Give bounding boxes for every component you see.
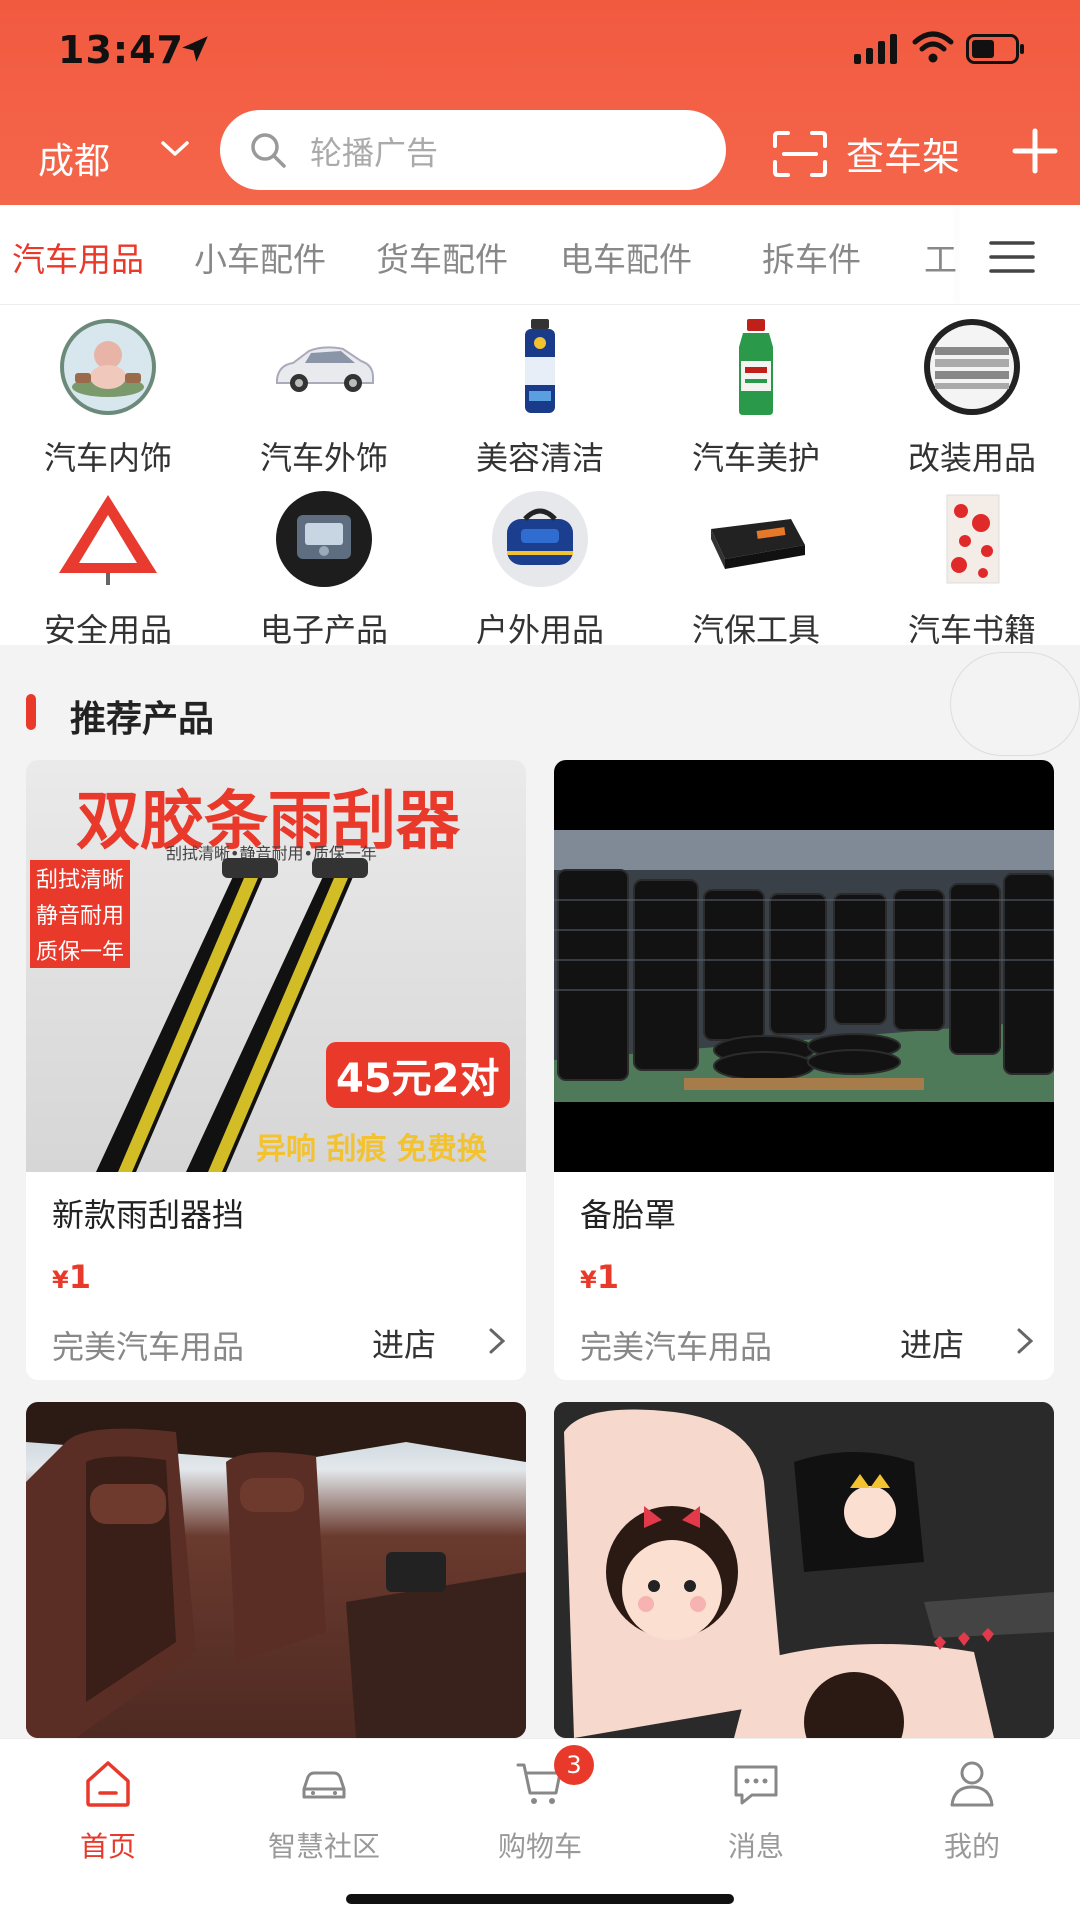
spray-can-icon [525, 319, 555, 413]
tab-ev-parts[interactable]: 电车配件 [560, 233, 692, 281]
grid-item-books[interactable]: 汽车书籍 [872, 489, 1072, 651]
grid-label: 美容清洁 [475, 439, 604, 477]
header: 13:47 成都 轮播广告 查车架 [0, 0, 1080, 205]
section-title: 推荐产品 [70, 699, 215, 740]
grid-item-exterior[interactable]: 汽车外饰 [224, 317, 424, 479]
tab-cart[interactable]: 3 购物车 [450, 1745, 630, 1865]
grid-label: 汽车美护 [691, 439, 820, 477]
grid-item-tools[interactable]: 汽保工具 [656, 489, 856, 651]
grille-icon [924, 319, 1020, 415]
tab-label: 消息 [727, 1830, 784, 1863]
scan-icon[interactable] [772, 130, 828, 178]
grid-label: 改装用品 [907, 439, 1036, 477]
tab-more-truncated[interactable]: 工 [924, 233, 957, 281]
search-placeholder: 轮播广告 [310, 134, 439, 172]
home-indicator [346, 1894, 734, 1904]
outdoor-bag-icon [492, 491, 588, 587]
message-icon [734, 1765, 778, 1805]
toolbox-icon [711, 519, 805, 569]
product-image-cartoon-seats [554, 1402, 1054, 1738]
grid-item-outdoor[interactable]: 户外用品 [440, 489, 640, 651]
grid-item-electronics[interactable]: 电子产品 [224, 489, 424, 651]
bottom-tab-bar: 首页 智慧社区 3 购物车 消息 我的 [0, 1738, 1080, 1920]
product-image-leather-seats [26, 1402, 526, 1738]
warning-triangle-icon [59, 495, 157, 585]
grid-label: 汽保工具 [691, 611, 820, 649]
grid-label: 安全用品 [43, 611, 172, 649]
tab-car-parts[interactable]: 小车配件 [194, 233, 326, 281]
signal-icon [854, 34, 897, 64]
grid-item-safety[interactable]: 安全用品 [8, 489, 208, 651]
car-exterior-icon [276, 346, 374, 392]
wiper-promo: 45元2对 [326, 1042, 510, 1108]
product-name: 备胎罩 [580, 1196, 677, 1234]
category-tabs: 汽车用品 小车配件 货车配件 电车配件 拆车件 工 [0, 205, 1080, 305]
product-price: ¥1 [580, 1258, 619, 1296]
cartoon-seat-illustration [554, 1402, 1054, 1738]
electronics-icon [276, 491, 372, 587]
status-bar: 13:47 [0, 24, 1080, 74]
product-image-tires [554, 760, 1054, 1172]
scan-frame-label[interactable]: 查车架 [846, 126, 960, 181]
tab-mine[interactable]: 我的 [882, 1755, 1062, 1865]
home-icon [86, 1761, 130, 1807]
product-card[interactable]: 备胎罩 ¥1 完美汽车用品 进店 [554, 760, 1054, 1380]
product-card[interactable]: 双胶条雨刮器 刮拭清晰•静音耐用•质保一年 刮拭清晰 静音耐用 质保一年 45元… [26, 760, 526, 1380]
floating-assistive-button[interactable] [950, 652, 1080, 756]
grid-item-interior[interactable]: 汽车内饰 [8, 317, 208, 479]
tab-truck-parts[interactable]: 货车配件 [376, 233, 508, 281]
product-card[interactable] [554, 1402, 1054, 1738]
grid-label: 电子产品 [259, 611, 388, 649]
product-price: ¥1 [52, 1258, 91, 1296]
product-image-wipers: 双胶条雨刮器 刮拭清晰•静音耐用•质保一年 刮拭清晰 静音耐用 质保一年 45元… [26, 760, 526, 1172]
city-selector[interactable]: 成都 [38, 132, 110, 184]
tire-warehouse-illustration [554, 830, 1054, 1102]
tab-smart-community[interactable]: 智慧社区 [234, 1755, 414, 1865]
chevron-down-icon[interactable] [160, 138, 190, 160]
tab-label: 购物车 [497, 1830, 582, 1863]
grid-item-modification[interactable]: 改装用品 [872, 317, 1072, 479]
tab-salvage-parts[interactable]: 拆车件 [762, 233, 861, 281]
tab-label: 智慧社区 [267, 1830, 380, 1863]
menu-icon[interactable] [988, 239, 1036, 275]
chevron-right-icon[interactable] [1014, 1326, 1036, 1356]
tab-divider [960, 205, 962, 304]
grid-item-cleaning[interactable]: 美容清洁 [440, 317, 640, 479]
plus-icon[interactable] [1012, 128, 1058, 174]
shop-name: 完美汽车用品 [580, 1328, 773, 1366]
care-bottle-icon [739, 319, 773, 415]
battery-icon [966, 34, 1024, 64]
tab-home[interactable]: 首页 [18, 1755, 198, 1865]
wifi-icon [912, 31, 954, 63]
interior-icon [60, 319, 156, 415]
tab-label: 我的 [943, 1830, 1000, 1863]
grid-label: 汽车书籍 [907, 611, 1036, 649]
grid-label: 户外用品 [475, 611, 604, 649]
location-arrow-icon [182, 36, 208, 62]
section-accent-bar [26, 694, 36, 730]
tab-auto-supplies[interactable]: 汽车用品 [12, 233, 144, 281]
tab-label: 首页 [79, 1830, 136, 1863]
wiper-blades-illustration [96, 858, 368, 1172]
product-card[interactable] [26, 1402, 526, 1738]
grid-label: 汽车外饰 [259, 439, 388, 477]
leather-seat-illustration [26, 1402, 526, 1738]
grid-label: 汽车内饰 [43, 439, 172, 477]
status-time: 13:47 [58, 28, 184, 72]
tab-messages[interactable]: 消息 [666, 1755, 846, 1865]
search-icon [251, 133, 286, 168]
enter-shop-button[interactable]: 进店 [372, 1320, 436, 1366]
car-icon [302, 1771, 346, 1799]
book-icon [946, 494, 1000, 584]
product-name: 新款雨刮器挡 [52, 1196, 245, 1234]
user-icon [950, 1761, 994, 1807]
shop-name: 完美汽车用品 [52, 1328, 245, 1366]
wiper-bottom-text: 异响 刮痕 免费换 [256, 1132, 487, 1167]
chevron-right-icon[interactable] [486, 1326, 508, 1356]
search-box[interactable]: 轮播广告 [220, 110, 726, 190]
cart-badge: 3 [554, 1745, 594, 1785]
enter-shop-button[interactable]: 进店 [900, 1320, 964, 1366]
category-grid: 汽车内饰 汽车外饰 美容清洁 汽车美护 改装用品 安全用品 电子产品 户外用品 … [0, 305, 1080, 649]
grid-item-care[interactable]: 汽车美护 [656, 317, 856, 479]
